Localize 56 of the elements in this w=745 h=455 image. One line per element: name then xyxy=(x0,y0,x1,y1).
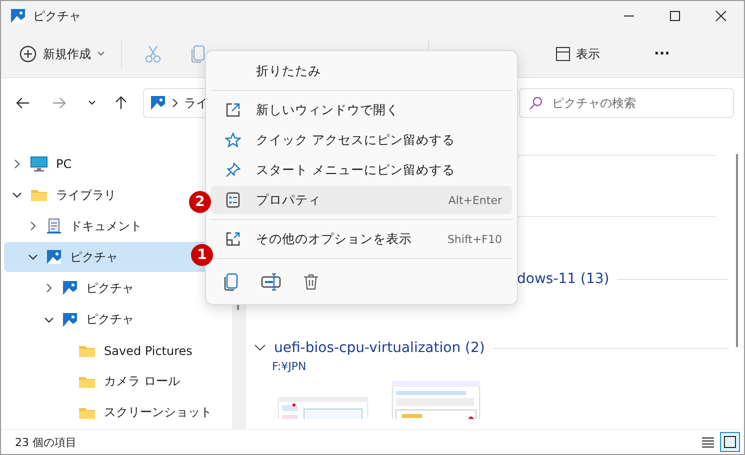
group-heading[interactable]: uefi-bios-cpu-virtualization (2) xyxy=(274,340,485,356)
rename-icon[interactable] xyxy=(261,273,281,291)
picture-icon xyxy=(150,95,166,111)
up-icon[interactable] xyxy=(113,95,129,111)
new-button[interactable]: 新規作成 xyxy=(11,39,113,69)
shortcut-text: Shift+F10 xyxy=(447,232,502,246)
search-field[interactable]: ピクチャの検索 xyxy=(519,88,734,118)
pin-icon xyxy=(225,162,241,178)
tree-item[interactable]: ピクチャ xyxy=(4,304,232,335)
back-icon[interactable] xyxy=(15,95,31,111)
trash-icon[interactable] xyxy=(303,273,319,291)
picture-icon xyxy=(46,249,62,266)
menu-item[interactable]: 折りたたみ xyxy=(211,57,512,85)
view-button[interactable]: 表示 xyxy=(547,40,608,68)
forward-icon[interactable] xyxy=(51,95,67,111)
chevron-down-icon xyxy=(254,344,266,352)
group-path: F:¥JPN xyxy=(271,360,308,373)
properties-icon xyxy=(225,192,241,208)
tree-item[interactable]: ピクチャ xyxy=(4,273,232,304)
chevron-down-icon xyxy=(12,190,22,200)
view-icon xyxy=(555,46,571,62)
star-icon xyxy=(225,132,241,148)
folder-icon xyxy=(30,188,48,202)
tree-item[interactable]: Saved Pictures xyxy=(4,336,232,366)
menu-item[interactable]: 新しいウィンドウで開く xyxy=(211,96,512,124)
breadcrumb-item[interactable]: ライ xyxy=(184,94,208,112)
picture-icon xyxy=(10,8,26,24)
window-title: ピクチャ xyxy=(33,8,81,24)
shortcut-text: Alt+Enter xyxy=(448,194,502,206)
open-window-icon xyxy=(225,102,241,118)
search-icon xyxy=(529,96,543,110)
group-heading[interactable]: dows-11 (13) xyxy=(517,271,610,287)
plus-icon xyxy=(19,45,37,63)
document-icon xyxy=(46,218,62,234)
tree-item[interactable]: カメラ ロール xyxy=(4,366,232,397)
copy-icon[interactable] xyxy=(223,273,239,291)
picture-icon xyxy=(62,312,78,328)
folder-icon xyxy=(78,406,96,420)
menu-item[interactable]: プロパティ Alt+Enter xyxy=(211,186,512,214)
chevron-right-icon xyxy=(172,98,178,108)
chevron-down-icon xyxy=(44,314,54,325)
chevron-right-icon xyxy=(12,159,22,170)
picture-icon xyxy=(62,280,78,296)
large-icons-view-button[interactable] xyxy=(720,432,740,452)
chevron-down-icon xyxy=(28,252,38,262)
expand-icon xyxy=(225,231,241,247)
chevron-right-icon xyxy=(44,283,54,294)
monitor-icon xyxy=(30,156,48,172)
scrollbar-thumb[interactable] xyxy=(736,154,738,347)
tree-item[interactable]: スクリーンショット xyxy=(4,398,232,428)
more-button[interactable]: ··· xyxy=(648,42,676,66)
chevron-right-icon xyxy=(28,221,38,232)
item-count: 23 個の項目 xyxy=(15,434,76,450)
folder-icon xyxy=(78,344,96,358)
chevron-down-icon xyxy=(97,51,105,57)
folder-icon xyxy=(78,374,96,389)
